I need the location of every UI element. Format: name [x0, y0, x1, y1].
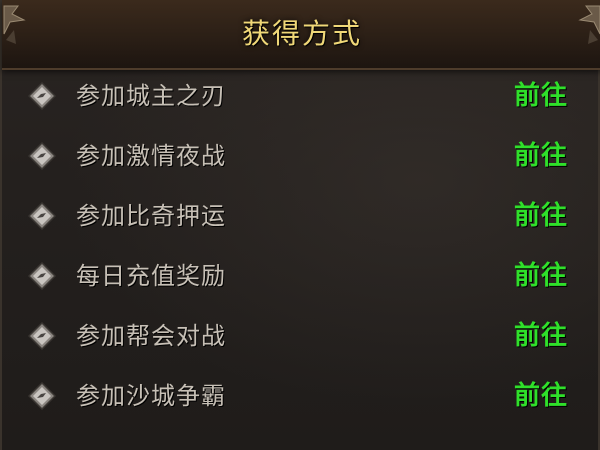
method-list: 参加城主之刃 前往 参加激情夜战 前往 参加比奇押运 前往 每日充值奖励 前往 …: [2, 66, 600, 426]
diamond-bullet-icon: [28, 262, 56, 290]
diamond-bullet-icon: [28, 382, 56, 410]
method-label: 参加帮会对战: [76, 322, 226, 350]
method-row: 参加沙城争霸 前往: [2, 366, 600, 426]
method-row: 参加比奇押运 前往: [2, 186, 600, 246]
method-row: 每日充值奖励 前往: [2, 246, 600, 306]
goto-button[interactable]: 前往: [514, 366, 568, 426]
panel-title: 获得方式: [241, 17, 362, 50]
method-row: 参加激情夜战 前往: [2, 126, 600, 186]
goto-button[interactable]: 前往: [514, 186, 568, 246]
method-label: 每日充值奖励: [76, 262, 226, 290]
goto-button[interactable]: 前往: [514, 126, 568, 186]
method-label: 参加比奇押运: [76, 202, 226, 230]
method-label: 参加城主之刃: [76, 82, 226, 110]
method-label: 参加激情夜战: [76, 142, 226, 170]
goto-button[interactable]: 前往: [514, 66, 568, 126]
panel-header: 获得方式: [2, 0, 600, 70]
method-label: 参加沙城争霸: [76, 382, 226, 410]
diamond-bullet-icon: [28, 142, 56, 170]
method-row: 参加帮会对战 前往: [2, 306, 600, 366]
goto-button[interactable]: 前往: [514, 246, 568, 306]
method-row: 参加城主之刃 前往: [2, 66, 600, 126]
acquisition-panel: 获得方式 参加城主之刃 前往 参加激情夜战 前往 参加比奇押运 前往 每日充值奖…: [0, 0, 600, 450]
diamond-bullet-icon: [28, 202, 56, 230]
diamond-bullet-icon: [28, 322, 56, 350]
diamond-bullet-icon: [28, 82, 56, 110]
goto-button[interactable]: 前往: [514, 306, 568, 366]
